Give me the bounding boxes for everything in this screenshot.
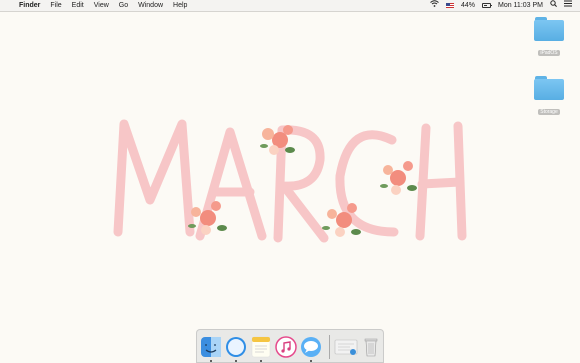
notes-icon bbox=[251, 336, 271, 358]
flower-bouquet-4 bbox=[380, 161, 417, 195]
itunes-icon bbox=[275, 336, 297, 358]
desktop-folder-label: iPadOS bbox=[538, 50, 560, 56]
dock-finder[interactable] bbox=[200, 336, 222, 358]
desktop-folder-label: Storage bbox=[538, 109, 560, 115]
menu-bar-left: Finder File Edit View Go Window Help bbox=[0, 0, 197, 11]
dock-notes[interactable] bbox=[250, 336, 272, 358]
dock-itunes[interactable] bbox=[275, 336, 297, 358]
wifi-icon[interactable] bbox=[430, 0, 439, 11]
wallpaper bbox=[113, 119, 467, 243]
folder-icon bbox=[534, 17, 564, 41]
safari-running-dot bbox=[235, 360, 237, 362]
spotlight-search-icon[interactable] bbox=[550, 0, 557, 11]
messages-icon bbox=[301, 337, 321, 357]
dock-trash[interactable] bbox=[360, 336, 382, 358]
wallpaper-march-lettering bbox=[113, 119, 467, 243]
messages-running-dot bbox=[310, 360, 312, 362]
safari-icon bbox=[226, 337, 246, 357]
finder-icon bbox=[201, 337, 221, 357]
flower-bouquet-1 bbox=[260, 125, 295, 155]
menu-help[interactable]: Help bbox=[173, 0, 187, 11]
finder-running-dot bbox=[210, 360, 212, 362]
preview-icon bbox=[334, 339, 358, 355]
desktop-folder-1[interactable]: iPadOS bbox=[529, 17, 569, 59]
input-source-flag-icon[interactable] bbox=[445, 3, 454, 8]
dock-preview-document[interactable] bbox=[334, 336, 358, 358]
dock-separator bbox=[329, 335, 330, 359]
notification-center-icon[interactable] bbox=[564, 0, 572, 11]
menu-file[interactable]: File bbox=[50, 0, 61, 11]
dock bbox=[196, 329, 384, 363]
dock-safari[interactable] bbox=[225, 336, 247, 358]
desktop-folder-2[interactable]: Storage bbox=[529, 76, 569, 118]
menu-edit[interactable]: Edit bbox=[72, 0, 84, 11]
menu-app-finder[interactable]: Finder bbox=[19, 0, 40, 11]
dock-messages[interactable] bbox=[300, 336, 322, 358]
menu-go[interactable]: Go bbox=[119, 0, 128, 11]
menu-view[interactable]: View bbox=[94, 0, 109, 11]
menu-bar-right: 44% Mon 11:03 PM bbox=[430, 0, 572, 11]
battery-icon[interactable] bbox=[481, 3, 492, 8]
menu-window[interactable]: Window bbox=[138, 0, 163, 11]
trash-icon bbox=[364, 338, 378, 357]
notes-running-dot bbox=[260, 360, 262, 362]
folder-icon bbox=[534, 76, 564, 100]
battery-percent[interactable]: 44% bbox=[461, 0, 475, 11]
clock[interactable]: Mon 11:03 PM bbox=[498, 0, 543, 11]
menu-bar: Finder File Edit View Go Window Help 44%… bbox=[0, 0, 580, 12]
